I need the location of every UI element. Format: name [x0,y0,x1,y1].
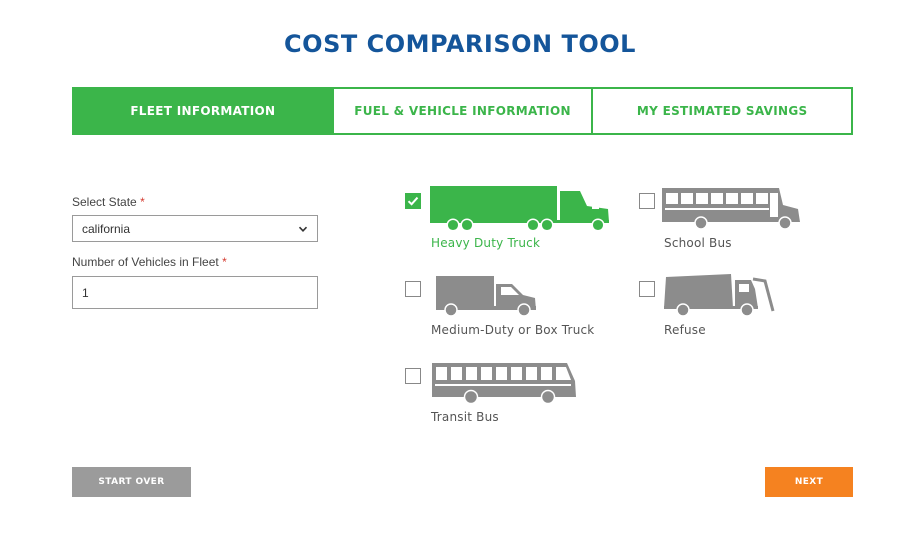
vehicles-count-label-text: Number of Vehicles in Fleet [72,255,219,269]
heavy-duty-truck-checkbox[interactable] [405,193,421,209]
school-bus-label: School Bus [664,236,732,250]
start-over-button[interactable]: START OVER [72,467,191,497]
tab-fleet-information[interactable]: FLEET INFORMATION [74,89,332,133]
wizard-tabs: FLEET INFORMATION FUEL & VEHICLE INFORMA… [72,87,853,135]
refuse-truck-checkbox[interactable] [639,281,655,297]
box-truck-checkbox[interactable] [405,281,421,297]
tab-fuel-vehicle-information[interactable]: FUEL & VEHICLE INFORMATION [331,89,592,133]
vehicles-count-input[interactable] [72,276,318,309]
checkmark-icon [407,196,419,206]
refuse-label: Refuse [664,323,706,337]
transit-bus-checkbox[interactable] [405,368,421,384]
heavy-duty-truck-icon[interactable] [429,184,611,232]
state-field-label: Select State * [72,195,145,209]
state-required-mark: * [140,195,145,209]
tab-my-estimated-savings[interactable]: MY ESTIMATED SAVINGS [591,89,852,133]
page-title: COST COMPARISON TOOL [284,30,636,58]
refuse-truck-icon[interactable] [663,271,777,319]
vehicles-count-field-label: Number of Vehicles in Fleet * [72,255,227,269]
school-bus-icon[interactable] [661,185,801,231]
school-bus-checkbox[interactable] [639,193,655,209]
box-truck-icon[interactable] [435,273,539,319]
state-label-text: Select State [72,195,137,209]
state-select-value: california [82,221,131,236]
state-select[interactable]: california [72,215,318,242]
box-truck-label: Medium-Duty or Box Truck [431,323,595,337]
heavy-duty-truck-label: Heavy Duty Truck [431,236,541,250]
next-button[interactable]: NEXT [765,467,853,497]
chevron-down-icon [298,226,308,232]
transit-bus-icon[interactable] [431,361,577,407]
vehicles-count-required-mark: * [222,255,227,269]
transit-bus-label: Transit Bus [431,410,499,424]
